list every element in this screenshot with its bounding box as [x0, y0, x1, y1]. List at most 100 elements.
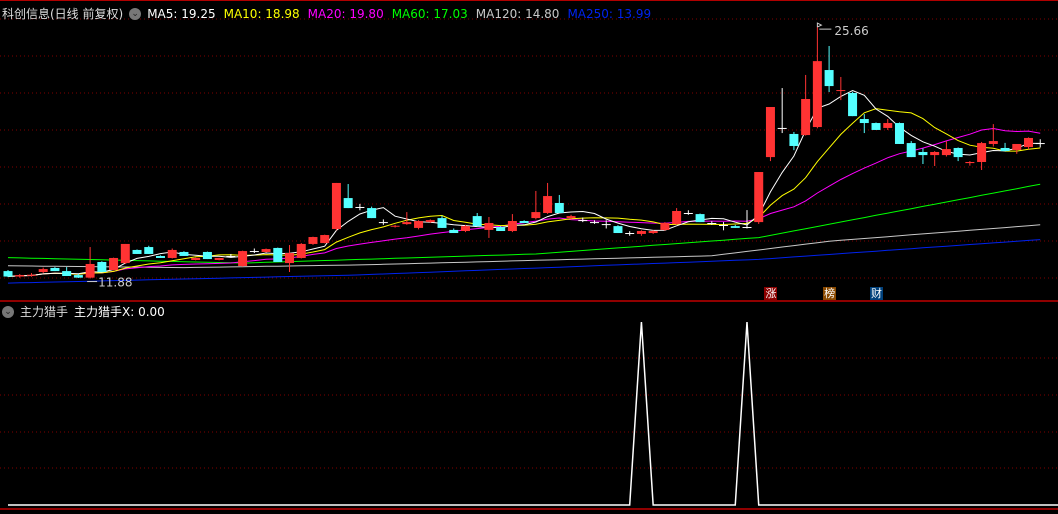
candle-body [1000, 147, 1010, 152]
candle-body [859, 119, 869, 124]
candle-body [1024, 137, 1034, 148]
candle-body [120, 243, 130, 264]
price-legend: 科创信息(日线 前复权) ⌄ MA5: 19.25 MA10: 18.98 MA20… [2, 5, 651, 22]
candle-body [155, 255, 165, 258]
candle-body [285, 253, 295, 264]
candle-body [660, 223, 670, 230]
candle-body [38, 269, 48, 272]
ma-label: MA10: 18.98 [223, 6, 300, 21]
ma-label: MA250: 13.99 [567, 6, 652, 21]
candle-body [871, 123, 881, 130]
chevron-down-icon[interactable]: ⌄ [129, 7, 142, 20]
ma5-line [7, 89, 1041, 277]
candle-body [883, 123, 893, 128]
candle-body [613, 226, 623, 234]
candle-body [355, 206, 365, 208]
candle-body [15, 275, 25, 277]
candle-body [343, 198, 353, 209]
candle-body [214, 257, 224, 260]
candle-body [683, 212, 693, 214]
stock-chart[interactable]: 25.66 11.88 [0, 0, 1058, 514]
candle-body [273, 247, 283, 262]
candle-body [777, 127, 787, 129]
candle-body [894, 123, 904, 144]
candle-body [472, 216, 482, 227]
candle-body [238, 251, 248, 266]
candle-body [836, 90, 846, 92]
candle-body [320, 235, 330, 244]
candle-body [26, 274, 36, 276]
news-tag[interactable]: 榜 [823, 287, 837, 300]
candle-body [578, 220, 588, 222]
stock-title: 科创信息(日线 前复权) [2, 7, 124, 21]
ma-label: MA20: 19.80 [307, 6, 384, 21]
candle-body [109, 257, 119, 270]
candle-body [402, 222, 412, 225]
candle-body [824, 70, 834, 87]
candle-body [625, 233, 635, 235]
candle-body [590, 222, 599, 224]
news-tag[interactable]: 财 [870, 287, 884, 300]
candle-body [812, 61, 822, 128]
candle-body [390, 225, 400, 227]
max-marker-icon [816, 22, 832, 30]
candle-body [765, 107, 775, 158]
candle-body [97, 261, 107, 272]
candle-body [965, 162, 975, 164]
candle-body [331, 182, 341, 230]
candle-body [672, 210, 682, 225]
candle-body [437, 218, 447, 228]
candle-body [449, 229, 459, 234]
candle-body [730, 226, 740, 228]
candle-body [226, 255, 236, 257]
candle-body [414, 221, 424, 228]
indicator-line [8, 321, 1058, 506]
candle-body [132, 249, 142, 254]
candle-body [543, 196, 553, 213]
candle-body [848, 92, 858, 117]
candle-body [507, 221, 517, 232]
candle-body [1035, 143, 1045, 145]
candle-body [202, 251, 212, 260]
ma60-line [7, 183, 1041, 264]
candle-body [742, 227, 752, 229]
candle-body [601, 224, 611, 226]
ma-label: MA5: 19.25 [147, 6, 216, 21]
candle-body [789, 133, 799, 146]
candle-body [988, 141, 998, 144]
candle-body [179, 251, 189, 256]
candle-body [50, 267, 60, 272]
candle-body [1012, 143, 1022, 150]
candle-body [167, 249, 177, 258]
candle-body [85, 263, 95, 278]
candle-body [695, 214, 705, 223]
candle-body [930, 151, 940, 156]
max-price-label: 25.66 [834, 24, 868, 38]
candle-body [296, 243, 306, 258]
candle-body [719, 225, 729, 227]
candle-body [531, 212, 541, 219]
min-price-label: 11.88 [98, 276, 132, 290]
candle-body [378, 222, 388, 224]
candle-body [519, 221, 529, 224]
ma-labels: MA5: 19.25 MA10: 18.98 MA20: 19.80 MA60: 17… [147, 7, 651, 21]
candle-body [496, 227, 506, 232]
candle-body [977, 143, 987, 163]
candle-body [953, 147, 963, 158]
ma-label: MA60: 17.03 [391, 6, 468, 21]
candle-body [566, 216, 576, 219]
news-tag[interactable]: 涨 [764, 287, 778, 300]
indicator-value: 主力猎手X: 0.00 [74, 305, 165, 319]
candle-body [62, 271, 72, 276]
candle-body [460, 226, 470, 232]
candle-body [191, 257, 201, 260]
chevron-down-icon[interactable]: ⌄ [2, 305, 14, 318]
candle-body [425, 220, 435, 223]
candle-body [918, 151, 928, 156]
ma10-line [7, 108, 1041, 277]
indicator-legend: ⌄ 主力猎手 主力猎手X: 0.00 [2, 303, 165, 320]
candle-body [941, 149, 951, 156]
ma-label: MA120: 14.80 [475, 6, 560, 21]
candle-body [144, 247, 154, 254]
candle-body [367, 208, 377, 219]
